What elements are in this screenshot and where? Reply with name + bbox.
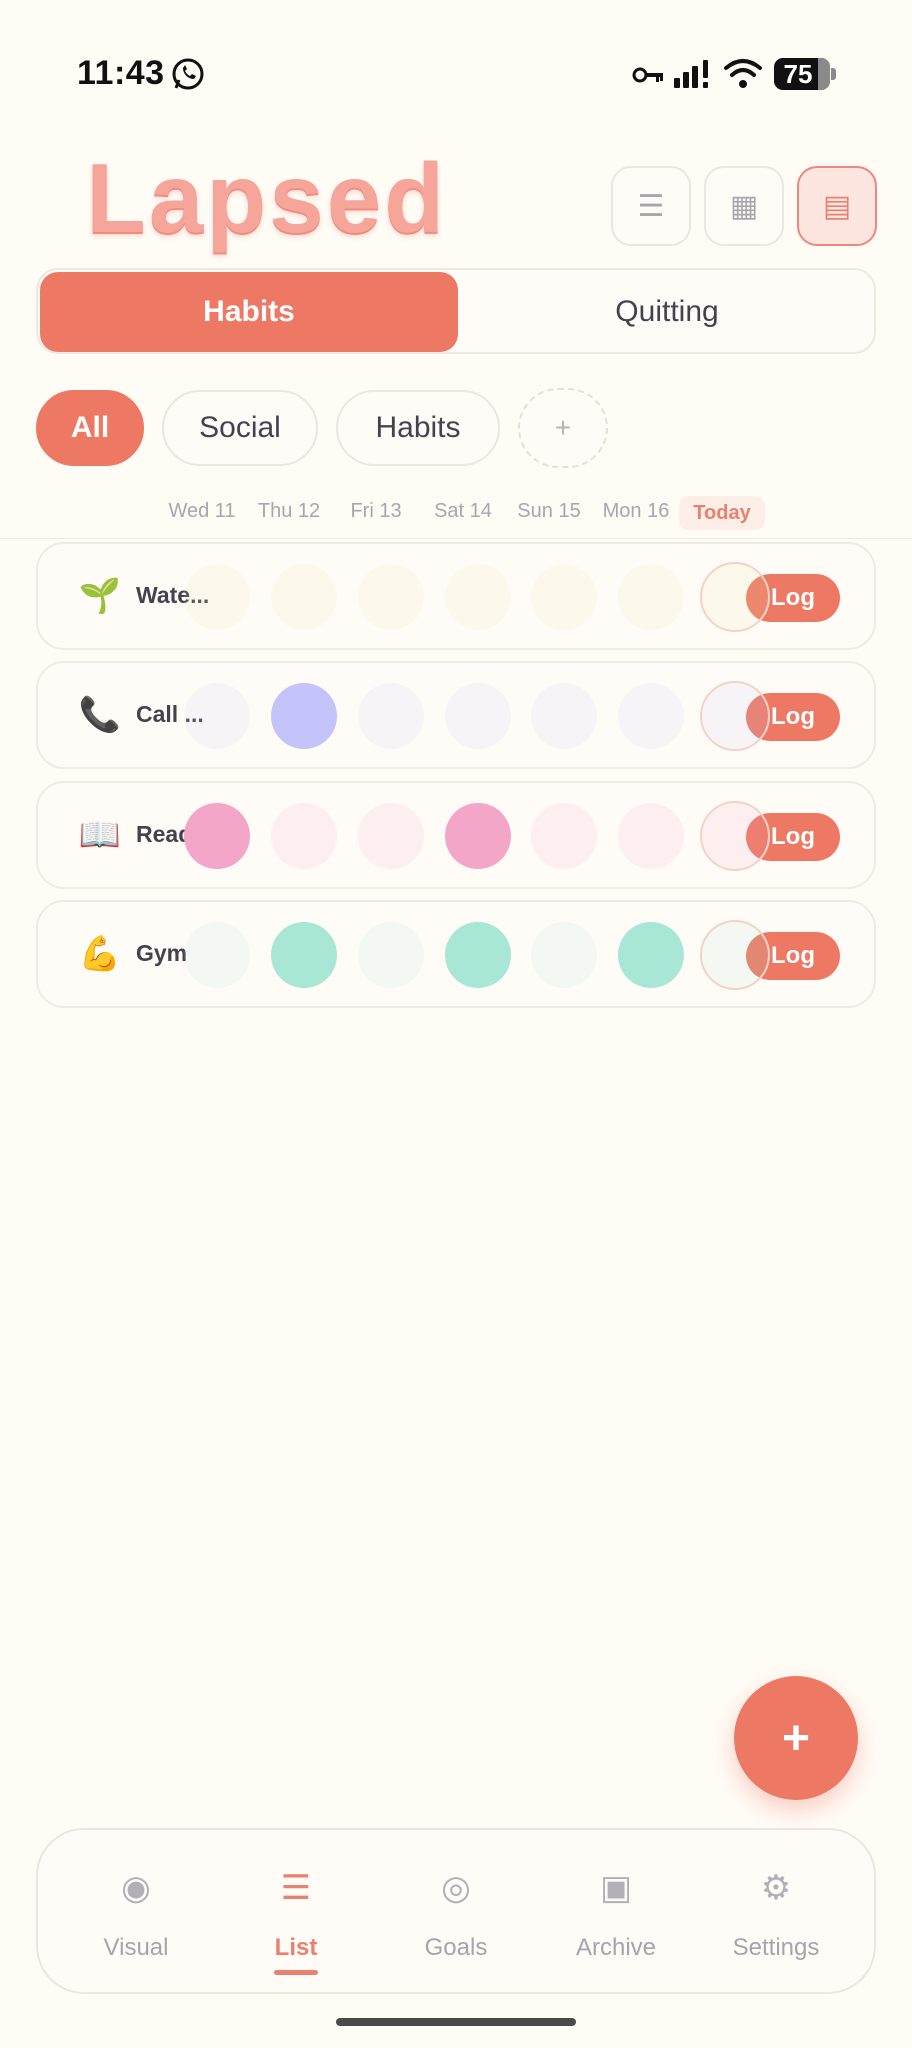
flexed-bicep-icon: 💪 xyxy=(78,935,122,973)
nav-item-visual[interactable]: ◉ Visual xyxy=(56,1830,216,1996)
filter-chip-all[interactable]: All xyxy=(36,390,144,466)
nav-label: Visual xyxy=(103,1934,169,1961)
day-check-dot[interactable] xyxy=(271,683,337,749)
nav-item-list[interactable]: ☰ List xyxy=(216,1830,376,1996)
book-icon: 📖 xyxy=(78,816,122,854)
compact-view-icon: ▤ xyxy=(822,189,852,223)
mode-tabs: Habits Quitting xyxy=(36,268,876,354)
status-time: 11:43 xyxy=(77,54,165,92)
habit-row[interactable]: 📖 Read... Log xyxy=(36,781,876,889)
archive-icon: ▣ xyxy=(599,1869,633,1907)
habit-row[interactable]: 📞 Call ... Log xyxy=(36,661,876,769)
nav-label: Settings xyxy=(732,1934,820,1961)
day-check-dot[interactable] xyxy=(618,803,684,869)
day-label: Sat 14 xyxy=(434,500,492,522)
day-check-dot[interactable] xyxy=(531,683,597,749)
day-check-dot[interactable] xyxy=(271,803,337,869)
day-check-dot[interactable] xyxy=(184,803,250,869)
day-check-dot[interactable] xyxy=(358,564,424,630)
day-label: Wed 11 xyxy=(168,500,236,522)
day-check-dot[interactable] xyxy=(184,564,250,630)
grid-view-button[interactable]: ▦ xyxy=(704,166,784,246)
status-bar: 11:43 75 xyxy=(0,0,912,150)
battery-indicator: 75 xyxy=(774,58,836,90)
nav-item-archive[interactable]: ▣ Archive xyxy=(536,1830,696,1996)
day-check-dot[interactable] xyxy=(445,564,511,630)
nav-item-settings[interactable]: ⚙ Settings xyxy=(696,1830,856,1996)
today-check-dot[interactable] xyxy=(700,801,770,871)
today-check-dot[interactable] xyxy=(700,562,770,632)
day-label: Sun 15 xyxy=(517,500,581,522)
bottom-nav: ◉ Visual ☰ List ◎ Goals ▣ Archive ⚙ Sett… xyxy=(36,1828,876,1994)
day-check-dot[interactable] xyxy=(531,803,597,869)
home-indicator xyxy=(336,2018,576,2026)
day-check-dot[interactable] xyxy=(618,683,684,749)
day-label-today: Today xyxy=(679,496,765,530)
active-indicator xyxy=(274,1970,318,1975)
list-view-icon: ☰ xyxy=(637,189,665,223)
day-check-dot[interactable] xyxy=(445,683,511,749)
whatsapp-icon xyxy=(172,58,204,90)
vpn-key-icon xyxy=(632,67,663,83)
list-icon: ☰ xyxy=(280,1869,312,1907)
day-check-dot[interactable] xyxy=(271,922,337,988)
filter-chip-habits[interactable]: Habits xyxy=(336,390,500,466)
grid-view-icon: ▦ xyxy=(729,189,759,223)
signal-icon xyxy=(674,60,708,88)
nav-item-goals[interactable]: ◎ Goals xyxy=(376,1830,536,1996)
seedling-icon: 🌱 xyxy=(78,577,122,615)
compact-view-button[interactable]: ▤ xyxy=(797,166,877,246)
day-check-dot[interactable] xyxy=(271,564,337,630)
tab-habits[interactable]: Habits xyxy=(40,272,458,352)
day-label: Mon 16 xyxy=(602,500,670,522)
day-check-dot[interactable] xyxy=(445,922,511,988)
phone-icon: 📞 xyxy=(78,696,122,734)
wifi-icon xyxy=(724,59,762,88)
today-check-dot[interactable] xyxy=(700,681,770,751)
gear-icon: ⚙ xyxy=(760,1869,792,1907)
day-check-dot[interactable] xyxy=(531,564,597,630)
filter-chip-social[interactable]: Social xyxy=(162,390,318,466)
day-check-dot[interactable] xyxy=(184,683,250,749)
battery-level: 75 xyxy=(783,59,813,89)
list-view-button[interactable]: ☰ xyxy=(611,166,691,246)
habit-row[interactable]: 💪 Gym Log xyxy=(36,900,876,1008)
tab-quitting[interactable]: Quitting xyxy=(458,272,876,352)
days-header: Wed 11 Thu 12 Fri 13 Sat 14 Sun 15 Mon 1… xyxy=(0,496,912,532)
nav-label: Goals xyxy=(424,1934,488,1961)
add-filter-button[interactable]: + xyxy=(518,388,608,468)
nav-label: Archive xyxy=(575,1934,657,1961)
app-logo: Lapsed xyxy=(86,143,448,253)
nav-label: List xyxy=(274,1934,318,1961)
visual-icon: ◉ xyxy=(121,1869,151,1907)
habit-row[interactable]: 🌱 Wate... Log xyxy=(36,542,876,650)
day-check-dot[interactable] xyxy=(358,803,424,869)
day-check-dot[interactable] xyxy=(445,803,511,869)
today-check-dot[interactable] xyxy=(700,920,770,990)
day-check-dot[interactable] xyxy=(358,683,424,749)
day-check-dot[interactable] xyxy=(618,922,684,988)
divider xyxy=(0,538,912,539)
day-label: Fri 13 xyxy=(350,500,402,522)
target-icon: ◎ xyxy=(441,1869,471,1907)
add-habit-button[interactable]: + xyxy=(734,1676,858,1800)
day-label: Thu 12 xyxy=(257,500,321,522)
day-check-dot[interactable] xyxy=(184,922,250,988)
day-check-dot[interactable] xyxy=(618,564,684,630)
day-check-dot[interactable] xyxy=(531,922,597,988)
day-check-dot[interactable] xyxy=(358,922,424,988)
